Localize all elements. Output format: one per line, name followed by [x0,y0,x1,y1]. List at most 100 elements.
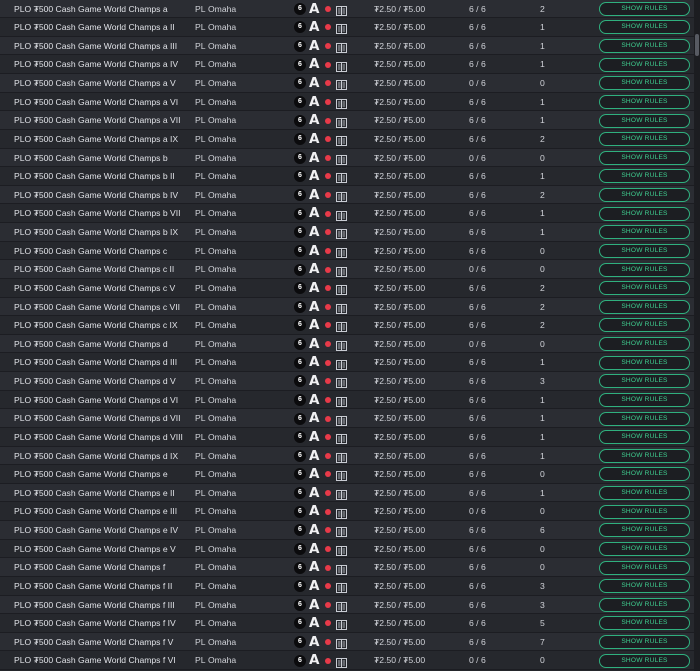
show-rules-button[interactable]: SHOW RULES [599,486,690,501]
show-rules-button[interactable]: SHOW RULES [599,169,690,184]
table-row[interactable]: PLO ₮500 Cash Game World Champs b VII PL O… [0,204,694,223]
table-lobby-icon[interactable] [336,227,347,240]
show-rules-button[interactable]: SHOW RULES [599,337,690,352]
table-row[interactable]: PLO ₮500 Cash Game World Champs e IV PL Om… [0,521,694,540]
scrollbar[interactable] [694,0,700,671]
table-row[interactable]: PLO ₮500 Cash Game World Champs a IV PL Om… [0,55,694,74]
table-row[interactable]: PLO ₮500 Cash Game World Champs c II PL Om… [0,260,694,279]
table-lobby-icon[interactable] [336,246,347,258]
table-row[interactable]: PLO ₮500 Cash Game World Champs a VII PL O… [0,111,694,130]
table-row[interactable]: PLO ₮500 Cash Game World Champs a III PL O… [0,36,694,56]
table-row[interactable]: PLO ₮500 Cash Game World Champs d VI PL Om… [0,390,694,410]
show-rules-button[interactable]: SHOW RULES [599,39,690,54]
show-rules-button[interactable]: SHOW RULES [599,225,690,240]
table-row[interactable]: PLO ₮500 Cash Game World Champs a V PL Oma… [0,74,694,93]
table-lobby-icon[interactable] [336,320,347,333]
show-rules-button[interactable]: SHOW RULES [599,188,690,203]
show-rules-button[interactable]: SHOW RULES [599,560,690,575]
show-rules-button[interactable]: SHOW RULES [599,523,690,538]
show-rules-button[interactable]: SHOW RULES [599,355,690,370]
table-lobby-icon[interactable] [336,153,347,165]
show-rules-button[interactable]: SHOW RULES [599,635,690,650]
table-lobby-icon[interactable] [336,395,347,407]
table-lobby-icon[interactable] [336,414,347,426]
table-lobby-icon[interactable] [336,376,347,389]
table-lobby-icon[interactable] [336,116,347,128]
show-rules-button[interactable]: SHOW RULES [599,597,690,612]
show-rules-button[interactable]: SHOW RULES [599,113,690,128]
show-rules-button[interactable]: SHOW RULES [599,579,690,594]
show-rules-button[interactable]: SHOW RULES [599,411,690,426]
table-row[interactable]: PLO ₮500 Cash Game World Champs e III PL O… [0,502,694,521]
table-row[interactable]: PLO ₮500 Cash Game World Champs d VIII PL… [0,427,694,447]
table-row[interactable]: PLO ₮500 Cash Game World Champs f IV PL Om… [0,614,694,633]
table-lobby-icon[interactable] [336,265,347,277]
show-rules-button[interactable]: SHOW RULES [599,94,690,109]
table-row[interactable]: PLO ₮500 Cash Game World Champs b IX PL Om… [0,223,694,242]
table-row[interactable]: PLO ₮500 Cash Game World Champs c VII PL O… [0,297,694,317]
table-lobby-icon[interactable] [336,302,347,314]
table-row[interactable]: PLO ₮500 Cash Game World Champs a VI PL Om… [0,92,694,112]
table-row[interactable]: PLO ₮500 Cash Game World Champs d PL Omaha… [0,334,694,354]
show-rules-button[interactable]: SHOW RULES [599,299,690,314]
table-lobby-icon[interactable] [336,525,347,538]
table-lobby-icon[interactable] [336,637,347,650]
show-rules-button[interactable]: SHOW RULES [599,262,690,277]
table-lobby-icon[interactable] [336,563,347,575]
table-lobby-icon[interactable] [336,22,347,35]
show-rules-button[interactable]: SHOW RULES [599,243,690,258]
table-lobby-icon[interactable] [336,339,347,352]
table-row[interactable]: PLO ₮500 Cash Game World Champs e V PL Oma… [0,539,694,559]
table-lobby-icon[interactable] [336,190,347,203]
table-row[interactable]: PLO ₮500 Cash Game World Champs a IX PL Om… [0,129,694,149]
table-lobby-icon[interactable] [336,134,347,147]
table-row[interactable]: PLO ₮500 Cash Game World Champs b II PL Om… [0,167,694,186]
show-rules-button[interactable]: SHOW RULES [599,616,690,631]
table-lobby-icon[interactable] [336,171,347,184]
table-lobby-icon[interactable] [336,544,347,556]
show-rules-button[interactable]: SHOW RULES [599,374,690,389]
show-rules-button[interactable]: SHOW RULES [599,392,690,407]
scrollbar-thumb[interactable] [695,34,699,56]
table-lobby-icon[interactable] [336,581,347,594]
show-rules-button[interactable]: SHOW RULES [599,20,690,35]
table-lobby-icon[interactable] [336,97,347,109]
show-rules-button[interactable]: SHOW RULES [599,281,690,296]
show-rules-button[interactable]: SHOW RULES [599,504,690,519]
table-lobby-icon[interactable] [336,283,347,296]
table-lobby-icon[interactable] [336,600,347,612]
table-row[interactable]: PLO ₮500 Cash Game World Champs f VI PL Om… [0,651,694,670]
table-lobby-icon[interactable] [336,656,347,668]
table-lobby-icon[interactable] [336,469,347,482]
table-lobby-icon[interactable] [336,4,347,16]
table-lobby-icon[interactable] [336,507,347,519]
show-rules-button[interactable]: SHOW RULES [599,57,690,72]
show-rules-button[interactable]: SHOW RULES [599,448,690,463]
table-row[interactable]: PLO ₮500 Cash Game World Champs d VII PL O… [0,409,694,428]
table-row[interactable]: PLO ₮500 Cash Game World Champs c V PL Oma… [0,278,694,298]
table-row[interactable]: PLO ₮500 Cash Game World Champs d IX PL Om… [0,446,694,466]
show-rules-button[interactable]: SHOW RULES [599,318,690,333]
show-rules-button[interactable]: SHOW RULES [599,132,690,147]
table-row[interactable]: PLO ₮500 Cash Game World Champs e II PL Om… [0,483,694,503]
show-rules-button[interactable]: SHOW RULES [599,76,690,91]
table-row[interactable]: PLO ₮500 Cash Game World Champs d V PL Oma… [0,372,694,391]
table-lobby-icon[interactable] [336,41,347,54]
table-row[interactable]: PLO ₮500 Cash Game World Champs c PL Omaha… [0,241,694,261]
show-rules-button[interactable]: SHOW RULES [599,653,690,668]
table-row[interactable]: PLO ₮500 Cash Game World Champs b PL Omaha… [0,148,694,168]
table-lobby-icon[interactable] [336,618,347,631]
show-rules-button[interactable]: SHOW RULES [599,150,690,165]
show-rules-button[interactable]: SHOW RULES [599,541,690,556]
table-lobby-icon[interactable] [336,60,347,72]
table-lobby-icon[interactable] [336,432,347,445]
table-row[interactable]: PLO ₮500 Cash Game World Champs b IV PL Om… [0,185,694,205]
table-row[interactable]: PLO ₮500 Cash Game World Champs d III PL O… [0,353,694,372]
table-row[interactable]: PLO ₮500 Cash Game World Champs c IX PL Om… [0,316,694,335]
table-row[interactable]: PLO ₮500 Cash Game World Champs e PL Omaha… [0,465,694,484]
table-lobby-icon[interactable] [336,488,347,501]
table-row[interactable]: PLO ₮500 Cash Game World Champs a II PL Om… [0,18,694,37]
table-lobby-icon[interactable] [336,78,347,91]
table-row[interactable]: PLO ₮500 Cash Game World Champs f III PL O… [0,595,694,615]
table-row[interactable]: PLO ₮500 Cash Game World Champs a PL Omaha… [0,0,694,19]
